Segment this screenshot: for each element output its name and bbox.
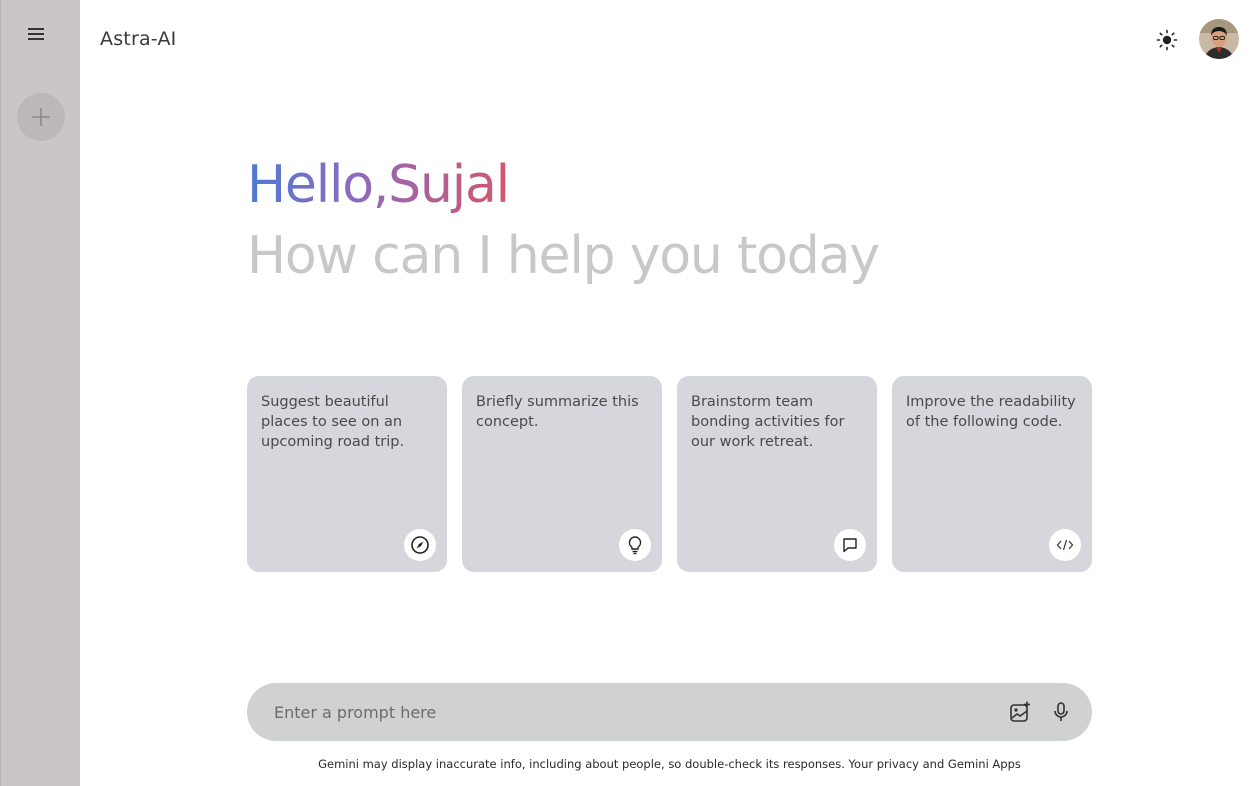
- disclaimer-text: Gemini may display inaccurate info, incl…: [318, 757, 1021, 771]
- suggestion-card-text: Brainstorm team bonding activities for o…: [691, 394, 845, 450]
- microphone-icon: [1054, 702, 1068, 721]
- avatar-image: [1199, 19, 1239, 59]
- menu-button[interactable]: [26, 25, 46, 43]
- suggestion-card-text: Improve the readability of the following…: [906, 394, 1076, 430]
- compass-icon: [404, 529, 436, 561]
- microphone-button[interactable]: [1048, 699, 1074, 725]
- suggestion-card-summarize[interactable]: Briefly summarize this concept.: [462, 376, 662, 572]
- sun-icon: [1156, 29, 1178, 51]
- greeting-subtitle: How can I help you today: [247, 226, 880, 286]
- lightbulb-icon: [619, 529, 651, 561]
- suggestion-cards: Suggest beautiful places to see on an up…: [247, 376, 1092, 572]
- hamburger-menu-icon: [28, 28, 44, 40]
- image-add-icon: [1010, 701, 1030, 722]
- suggestion-card-brainstorm[interactable]: Brainstorm team bonding activities for o…: [677, 376, 877, 572]
- code-icon: [1049, 529, 1081, 561]
- sidebar: [0, 0, 80, 786]
- suggestion-card-code[interactable]: Improve the readability of the following…: [892, 376, 1092, 572]
- prompt-bar: [247, 683, 1092, 741]
- suggestion-card-text: Briefly summarize this concept.: [476, 394, 639, 430]
- upload-image-button[interactable]: [1007, 699, 1033, 725]
- theme-toggle-button[interactable]: [1154, 27, 1180, 53]
- suggestion-card-text: Suggest beautiful places to see on an up…: [261, 394, 405, 450]
- app-title: Astra-AI: [100, 28, 177, 50]
- greeting-title: Hello,Sujal: [247, 151, 510, 219]
- new-chat-button[interactable]: [17, 93, 65, 141]
- message-icon: [834, 529, 866, 561]
- plus-icon: [32, 108, 50, 126]
- suggestion-card-road-trip[interactable]: Suggest beautiful places to see on an up…: [247, 376, 447, 572]
- prompt-input[interactable]: [247, 683, 987, 741]
- user-avatar[interactable]: [1199, 19, 1239, 59]
